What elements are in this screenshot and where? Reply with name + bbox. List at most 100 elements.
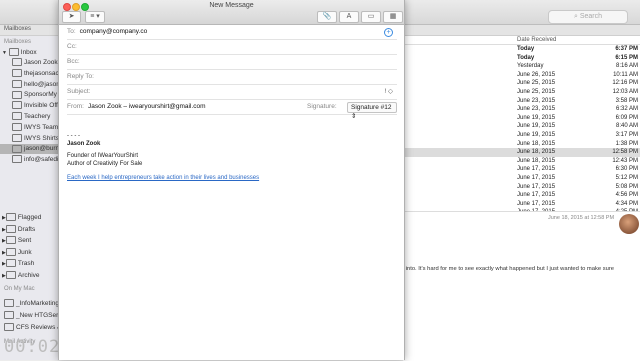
table-row[interactable]: Today 6:15 PM [403, 54, 640, 63]
table-row[interactable]: June 23, 2015 3:58 PM [403, 97, 640, 106]
paperclip-icon: 📎 [322, 13, 332, 20]
disclosure-open-icon[interactable]: ▼ [2, 50, 7, 56]
inbox-icon [12, 133, 22, 142]
on-my-mac-heading: On My Mac [4, 286, 35, 292]
bcc-label: Bcc: [67, 58, 80, 65]
to-field[interactable]: To: company@company.co + [67, 25, 397, 40]
subject-field[interactable]: Subject: ! ◇ [67, 85, 397, 100]
row-date: June 26, 2015 [517, 71, 556, 78]
table-row[interactable]: June 17, 2015 4:56 PM [403, 191, 640, 200]
row-date: June 25, 2015 [517, 80, 556, 87]
preview-body: errors you ran into. It's hard for me to… [368, 266, 614, 272]
bcc-field[interactable]: Bcc: [67, 55, 397, 70]
sidebar-folder-item[interactable]: ▶ Flagged [0, 213, 58, 223]
sidebar-mac-folder[interactable]: _New HTGSer [0, 311, 62, 321]
header-fields-menu[interactable]: ≡ ▾ [85, 11, 105, 23]
table-row[interactable]: June 19, 2015 3:17 PM [403, 131, 640, 140]
folder-icon [5, 248, 16, 257]
row-time: 8:16 AM [615, 63, 638, 70]
row-time: 6:09 PM [615, 114, 638, 121]
photo-browser-button[interactable]: ▭ [361, 11, 381, 23]
folder-icon [4, 323, 14, 332]
to-label: To: [67, 28, 76, 35]
date-column-header[interactable]: Date Received [517, 37, 556, 43]
cc-field[interactable]: Cc: [67, 40, 397, 55]
table-row[interactable]: June 19, 2015 6:09 PM [403, 114, 640, 123]
row-time: 3:17 PM [615, 132, 638, 138]
sidebar-folder-item[interactable]: ▶ Sent [0, 236, 58, 246]
row-date: June 19, 2015 [517, 132, 556, 138]
row-date: June 17, 2015 [517, 192, 556, 199]
table-row[interactable]: June 18, 2015 1:38 PM [403, 140, 640, 149]
table-row[interactable]: June 17, 2015 6:30 PM [403, 165, 640, 174]
reply-to-label: Reply To: [67, 73, 94, 80]
message-preview: June 18, 2015 at 12:58 PM errors you ran… [368, 211, 640, 361]
grid-icon: ▦ [389, 13, 397, 20]
search-field[interactable]: ⌕ Search [548, 10, 628, 24]
signature-block: - - - - Jason Zook Founder of IWearYourS… [67, 132, 367, 182]
send-button[interactable]: ➤ [62, 11, 81, 23]
table-row[interactable]: Yesterday 8:16 AM [403, 62, 640, 71]
row-date: June 18, 2015 [517, 149, 556, 156]
row-date: June 17, 2015 [517, 166, 556, 173]
sidebar-item-inbox[interactable]: ▼ Inbox [0, 48, 58, 58]
table-row[interactable]: June 25, 2015 12:03 AM [403, 88, 640, 97]
table-row[interactable]: June 25, 2015 12:16 PM [403, 79, 640, 88]
row-date: June 17, 2015 [517, 175, 556, 181]
inbox-icon [12, 79, 22, 88]
table-row[interactable]: June 26, 2015 10:11 AM [403, 71, 640, 80]
from-field[interactable]: From: Jason Zook – iwearyourshirt@gmail.c… [67, 100, 397, 120]
table-row[interactable]: June 17, 2015 4:34 PM [403, 200, 640, 209]
row-date: June 23, 2015 [517, 97, 556, 104]
table-row[interactable]: June 19, 2015 8:40 AM [403, 122, 640, 131]
row-date: June 18, 2015 [517, 140, 556, 147]
sidebar-folder-item[interactable]: ▶ Archive [0, 271, 58, 281]
sidebar-mac-folder[interactable]: _InfoMarketing [0, 299, 62, 309]
table-row[interactable]: June 17, 2015 5:12 PM [403, 174, 640, 183]
row-time: 6:15 PM [615, 54, 638, 61]
signature-line-1: Founder of IWearYourShirt [67, 153, 139, 159]
reply-to-field[interactable]: Reply To: [67, 70, 397, 85]
table-row[interactable]: June 23, 2015 6:32 AM [403, 105, 640, 114]
cc-label: Cc: [67, 43, 77, 50]
stationery-button[interactable]: ▦ [383, 11, 403, 23]
from-value[interactable]: Jason Zook – iwearyourshirt@gmail.com [88, 103, 206, 110]
row-time: 6:30 PM [615, 166, 638, 173]
mailboxes-button[interactable]: Mailboxes [4, 26, 31, 32]
signature-select[interactable]: Signature #12 ⇕ [347, 102, 397, 120]
photo-icon: ▭ [367, 13, 375, 20]
sidebar-folder-item[interactable]: ▶ Junk [0, 248, 58, 258]
row-time: 12:58 PM [612, 149, 638, 156]
format-button[interactable]: A [339, 11, 359, 23]
row-time: 4:34 PM [615, 200, 638, 207]
inbox-icon [12, 90, 22, 99]
row-date: June 17, 2015 [517, 183, 556, 190]
row-time: 6:37 PM [615, 46, 638, 52]
add-contact-icon[interactable]: + [384, 28, 393, 37]
row-date: June 23, 2015 [517, 106, 556, 113]
sidebar-heading: Mailboxes [4, 39, 32, 45]
table-row[interactable]: June 17, 2015 5:08 PM [403, 183, 640, 192]
attach-button[interactable]: 📎 [317, 11, 337, 23]
row-time: 12:16 PM [612, 80, 638, 87]
row-date: June 19, 2015 [517, 123, 556, 130]
inbox-icon [12, 123, 22, 132]
sidebar-folder-item[interactable]: ▶ Trash [0, 259, 58, 269]
inbox-icon [12, 155, 22, 164]
table-row[interactable]: June 18, 2015 12:43 PM [403, 157, 640, 166]
signature-link[interactable]: Each week I help entrepreneurs take acti… [67, 174, 367, 182]
row-date: June 25, 2015 [517, 89, 556, 95]
inbox-icon [12, 58, 22, 67]
row-date: Today [517, 46, 535, 52]
folder-icon [4, 299, 14, 308]
sidebar-folder-item[interactable]: ▶ Drafts [0, 225, 58, 235]
video-timestamp: 00:02 [4, 337, 61, 357]
row-time: 5:12 PM [615, 175, 638, 181]
priority-selector[interactable]: ! ◇ [384, 85, 393, 99]
table-row[interactable]: Today 6:37 PM [403, 45, 640, 54]
compose-window: New Message ➤ ≡ ▾ 📎 A ▭ ▦ To: company@com… [58, 0, 405, 360]
to-value[interactable]: company@company.co [80, 28, 148, 35]
folder-icon [5, 259, 16, 268]
sidebar-mac-folder[interactable]: CFS Reviews & [0, 323, 62, 333]
table-row[interactable]: June 18, 2015 12:58 PM [403, 148, 640, 157]
